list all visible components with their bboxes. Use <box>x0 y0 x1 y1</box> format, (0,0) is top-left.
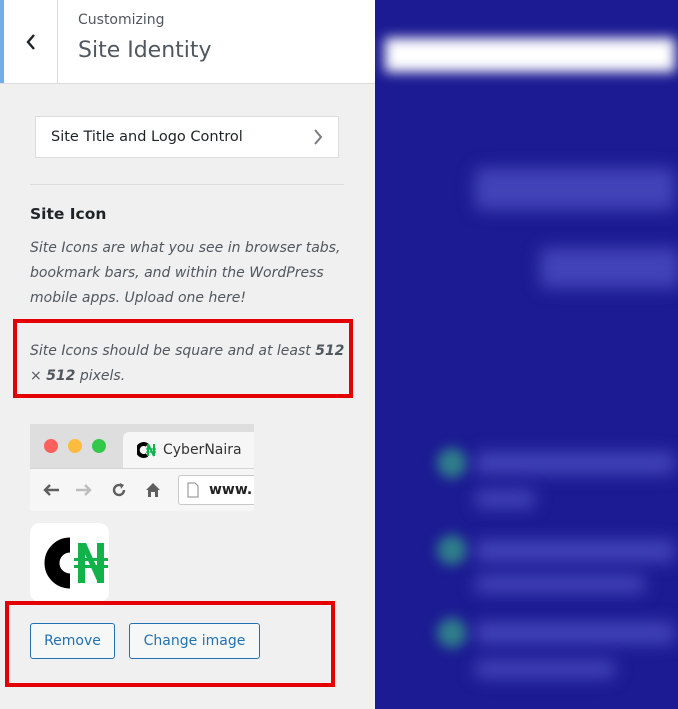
site-icon-image <box>30 523 109 602</box>
site-title-logo-control-item[interactable]: Site Title and Logo Control <box>35 116 339 158</box>
home-icon <box>142 479 164 501</box>
nav-item-label: Site Title and Logo Control <box>51 129 243 145</box>
customizer-sidebar: Customizing Site Identity Site Title and… <box>0 0 375 709</box>
chevron-right-icon <box>314 129 323 145</box>
site-preview-frame <box>375 0 678 709</box>
back-button[interactable] <box>0 0 58 83</box>
reload-icon <box>108 479 130 501</box>
preview-bullet <box>437 618 467 648</box>
preview-text-line <box>475 622 675 644</box>
browser-tab-label: CyberNaira <box>163 442 242 458</box>
preview-text-line <box>475 490 535 508</box>
preview-bullet <box>437 448 467 478</box>
site-icon-size-note: Site Icons should be square and at least… <box>30 343 345 384</box>
preview-text-line <box>475 660 615 678</box>
browser-toolbar: www. <box>30 468 254 511</box>
browser-preview: CyberNaira www. <box>30 424 254 511</box>
preview-header-bar <box>385 38 675 72</box>
back-arrow-icon <box>40 479 62 501</box>
preview-headline <box>475 168 675 210</box>
site-icon-title: Site Icon <box>30 205 107 223</box>
forward-arrow-icon <box>73 479 95 501</box>
browser-url-text: www. <box>209 482 253 498</box>
site-icon-description: Site Icons are what you see in browser t… <box>30 240 341 306</box>
minimize-dot <box>68 439 82 453</box>
browser-url-bar: www. <box>178 475 254 505</box>
close-dot <box>44 439 58 453</box>
preview-text-line <box>475 452 675 474</box>
browser-tab: CyberNaira <box>123 432 254 468</box>
customizing-label: Customizing <box>78 12 165 28</box>
divider <box>30 184 344 185</box>
change-image-button[interactable]: Change image <box>129 623 260 659</box>
preview-text-line <box>475 540 675 562</box>
page-title: Site Identity <box>78 38 212 63</box>
browser-tabbar: CyberNaira <box>30 424 254 468</box>
customizer-header: Customizing Site Identity <box>0 0 375 84</box>
maximize-dot <box>92 439 106 453</box>
cybernaira-favicon-icon <box>137 442 156 458</box>
preview-subheadline <box>540 248 678 288</box>
cybernaira-logo-icon <box>44 537 108 589</box>
chevron-left-icon <box>25 33 35 50</box>
remove-button[interactable]: Remove <box>30 623 115 659</box>
preview-bullet <box>437 535 467 565</box>
page-icon <box>187 482 199 498</box>
preview-text-line <box>475 575 645 593</box>
